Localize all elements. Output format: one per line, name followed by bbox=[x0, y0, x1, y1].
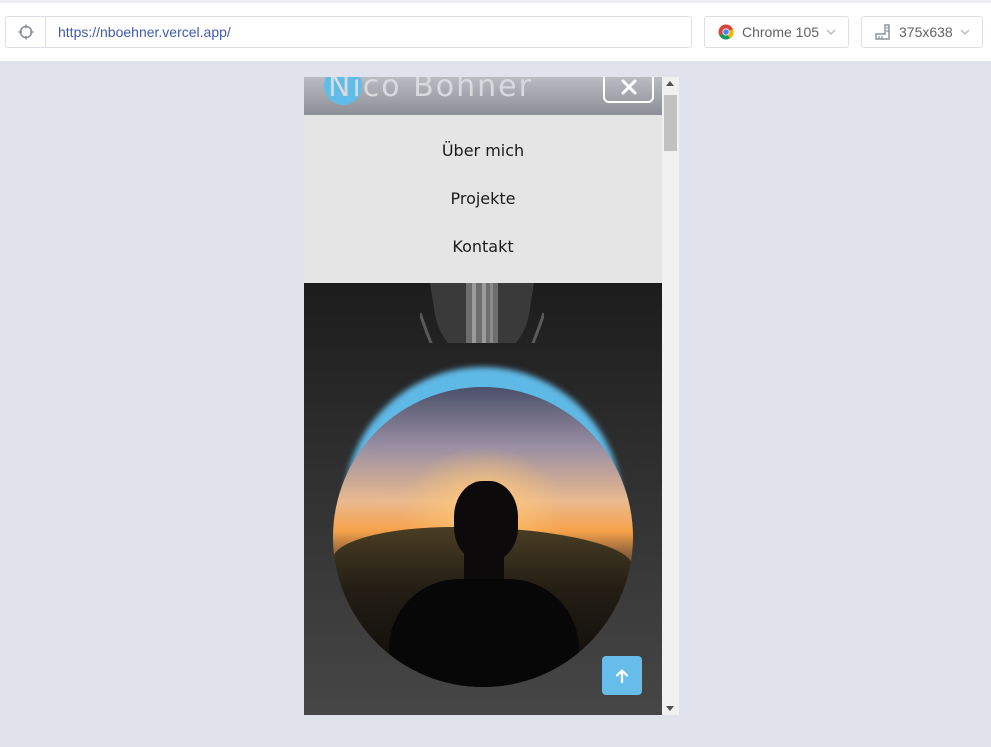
bulb-socket bbox=[420, 283, 544, 343]
scrollbar-thumb[interactable] bbox=[664, 95, 677, 151]
page-scrollbar[interactable] bbox=[662, 77, 679, 715]
device-preview: Nico Böhner Über mich Projekte Kontakt bbox=[304, 77, 679, 715]
close-icon bbox=[621, 79, 636, 95]
hero-section bbox=[304, 283, 662, 715]
chrome-icon bbox=[718, 24, 734, 40]
viewport-size-label: 375x638 bbox=[899, 24, 953, 40]
device-size-icon bbox=[875, 24, 890, 40]
photo-person-body bbox=[389, 579, 579, 687]
crosshair-icon bbox=[18, 24, 34, 40]
arrow-up-icon bbox=[615, 668, 629, 683]
photo-person-head bbox=[454, 481, 518, 561]
scroll-to-top-button[interactable] bbox=[602, 656, 642, 695]
url-input[interactable]: https://nboehner.vercel.app/ bbox=[45, 16, 692, 48]
browser-select[interactable]: Chrome 105 bbox=[704, 16, 849, 48]
inspect-target-button[interactable] bbox=[5, 16, 46, 48]
nav-menu: Über mich Projekte Kontakt bbox=[304, 115, 662, 283]
browser-label: Chrome 105 bbox=[742, 24, 820, 40]
preview-toolbar: https://nboehner.vercel.app/ Chrome 105 … bbox=[0, 0, 991, 61]
chevron-down-icon bbox=[826, 29, 836, 35]
scroll-down-arrow-icon[interactable] bbox=[666, 706, 674, 711]
profile-photo bbox=[333, 387, 633, 687]
site-header: Nico Böhner bbox=[304, 77, 662, 115]
close-menu-button[interactable] bbox=[603, 77, 654, 103]
page-viewport: Nico Böhner Über mich Projekte Kontakt bbox=[304, 77, 662, 715]
viewport-size-select[interactable]: 375x638 bbox=[861, 16, 983, 48]
nav-item-ueber-mich[interactable]: Über mich bbox=[304, 141, 662, 160]
hero-caption bbox=[304, 709, 662, 715]
scroll-up-arrow-icon[interactable] bbox=[666, 81, 674, 86]
url-text: https://nboehner.vercel.app/ bbox=[58, 24, 231, 40]
nav-item-kontakt[interactable]: Kontakt bbox=[304, 237, 662, 256]
site-logo[interactable]: Nico Böhner bbox=[328, 77, 533, 104]
nav-item-projekte[interactable]: Projekte bbox=[304, 189, 662, 208]
chevron-down-icon bbox=[960, 29, 970, 35]
